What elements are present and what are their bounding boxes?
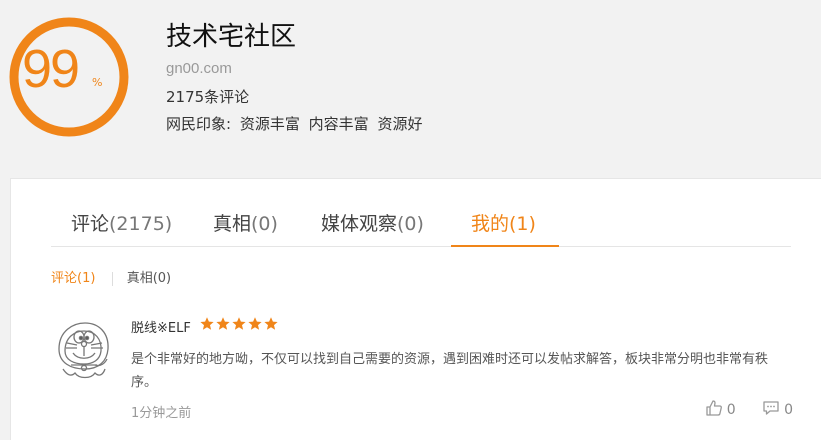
star-icon xyxy=(216,317,230,330)
active-tab-indicator xyxy=(451,245,559,247)
reviews-card: 评论(2175) 真相(0) 媒体观察(0) 我的(1) 评论(1) 真相(0) xyxy=(10,178,821,440)
tab-count: (0) xyxy=(251,213,278,235)
star-icon xyxy=(232,317,246,330)
reply-button[interactable]: 0 xyxy=(762,399,793,418)
sub-tabs: 评论(1) 真相(0) xyxy=(51,267,171,286)
tab-count: (2175) xyxy=(109,213,173,235)
tab-comments[interactable]: 评论(2175) xyxy=(71,209,172,236)
impressions: 网民印象: 资源丰富 内容丰富 资源好 xyxy=(166,113,426,134)
comment-time: 1分钟之前 xyxy=(131,406,192,421)
star-icon xyxy=(248,317,262,330)
doraemon-sketch-avatar[interactable] xyxy=(51,319,113,381)
comment-username[interactable]: 脱线※ELF xyxy=(131,317,191,336)
site-header: 99 % 技术宅社区 gn00.com 2175条评论 网民印象: 资源丰富 内… xyxy=(0,0,821,155)
star-rating xyxy=(199,316,279,336)
comment-item: 脱线※ELF 是个非常好的地方呦，不仅可以找到自己需要的资源，遇到困难时还可以发… xyxy=(51,317,793,427)
site-domain[interactable]: gn00.com xyxy=(166,60,232,77)
tab-mine[interactable]: 我的(1) xyxy=(471,209,536,236)
comment-bubble-icon xyxy=(763,401,779,415)
star-icon xyxy=(200,317,214,330)
like-count: 0 xyxy=(726,402,736,418)
score-value: 99 xyxy=(22,39,80,99)
reply-count: 0 xyxy=(784,402,793,418)
tab-label: 我的 xyxy=(471,213,510,235)
subtab-truth[interactable]: 真相(0) xyxy=(127,267,171,286)
thumbs-up-icon xyxy=(706,400,722,416)
site-title: 技术宅社区 xyxy=(166,22,297,52)
subtab-divider xyxy=(111,271,113,286)
comment-text: 是个非常好的地方呦，不仅可以找到自己需要的资源，遇到困难时还可以发帖求解答，板块… xyxy=(131,352,769,390)
impression-tag[interactable]: 资源好 xyxy=(377,115,422,133)
comment-actions: 0 0 xyxy=(683,399,793,418)
impression-tag[interactable]: 资源丰富 xyxy=(240,115,300,133)
review-tabs: 评论(2175) 真相(0) 媒体观察(0) 我的(1) xyxy=(51,197,791,247)
impression-tag[interactable]: 内容丰富 xyxy=(309,115,369,133)
tab-count: (1) xyxy=(509,213,536,235)
tab-label: 媒体观察 xyxy=(321,213,398,235)
tab-truth[interactable]: 真相(0) xyxy=(213,209,278,236)
star-icon xyxy=(264,317,278,330)
tab-media[interactable]: 媒体观察(0) xyxy=(321,209,424,236)
tab-label: 真相 xyxy=(213,213,252,235)
review-count: 2175条评论 xyxy=(166,88,250,106)
subtab-comments[interactable]: 评论(1) xyxy=(51,267,95,286)
tab-label: 评论 xyxy=(71,213,110,235)
like-button[interactable]: 0 xyxy=(705,399,736,418)
score-unit: % xyxy=(92,76,103,89)
impressions-label: 网民印象: xyxy=(166,115,232,133)
tab-count: (0) xyxy=(397,213,424,235)
